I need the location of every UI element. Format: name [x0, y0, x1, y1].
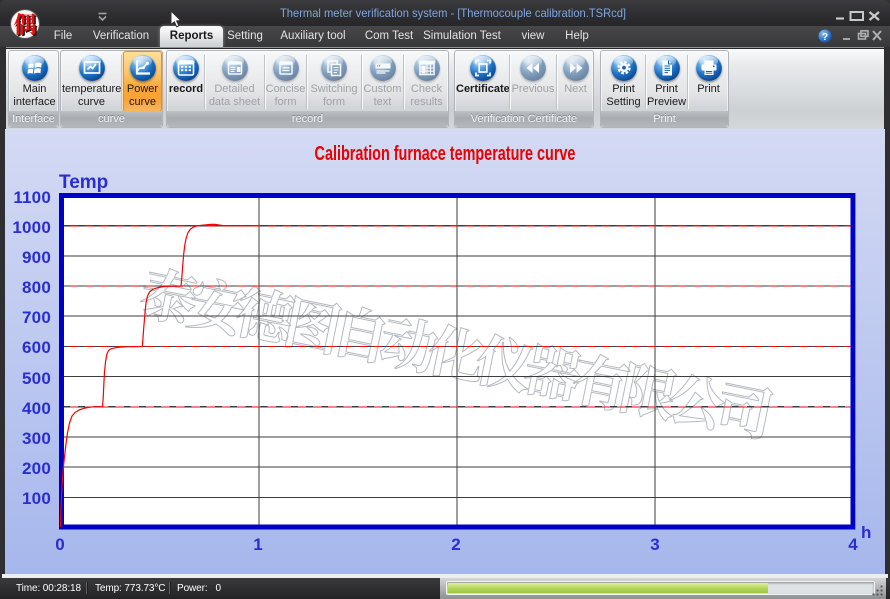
- svg-text:?: ?: [822, 32, 828, 43]
